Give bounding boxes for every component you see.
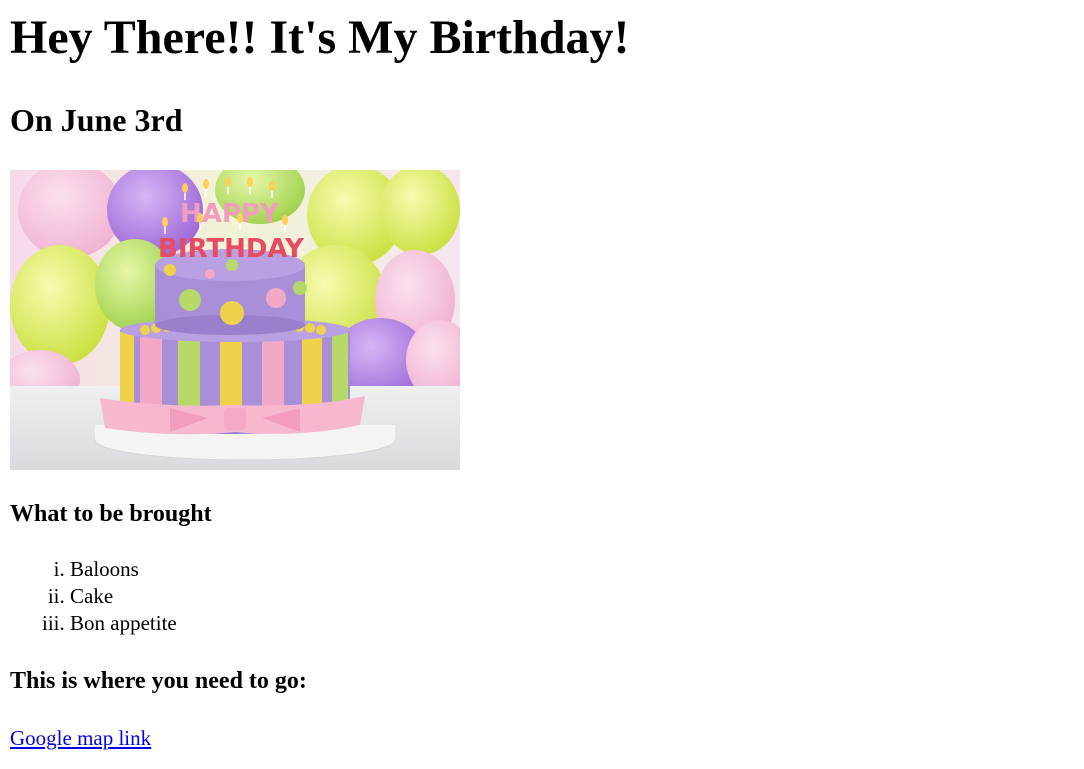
bring-list: Baloons Cake Bon appetite [10, 556, 1084, 637]
birthday-cake-image: HAPPY BIRTHDAY [10, 170, 460, 470]
list-item: Baloons [70, 556, 1084, 583]
page-title: Hey There!! It's My Birthday! [10, 11, 630, 64]
page-subtitle: On June 3rd [10, 102, 183, 138]
directions-heading: This is where you need to go: [10, 668, 307, 694]
link-row: Google map link [10, 725, 1084, 752]
google-map-link[interactable]: Google map link [10, 726, 151, 750]
topper-happy: HAPPY [180, 199, 280, 229]
bring-heading: What to be brought [10, 501, 212, 527]
topper-birthday: BIRTHDAY [158, 234, 305, 264]
list-item: Cake [70, 583, 1084, 610]
list-item: Bon appetite [70, 610, 1084, 637]
